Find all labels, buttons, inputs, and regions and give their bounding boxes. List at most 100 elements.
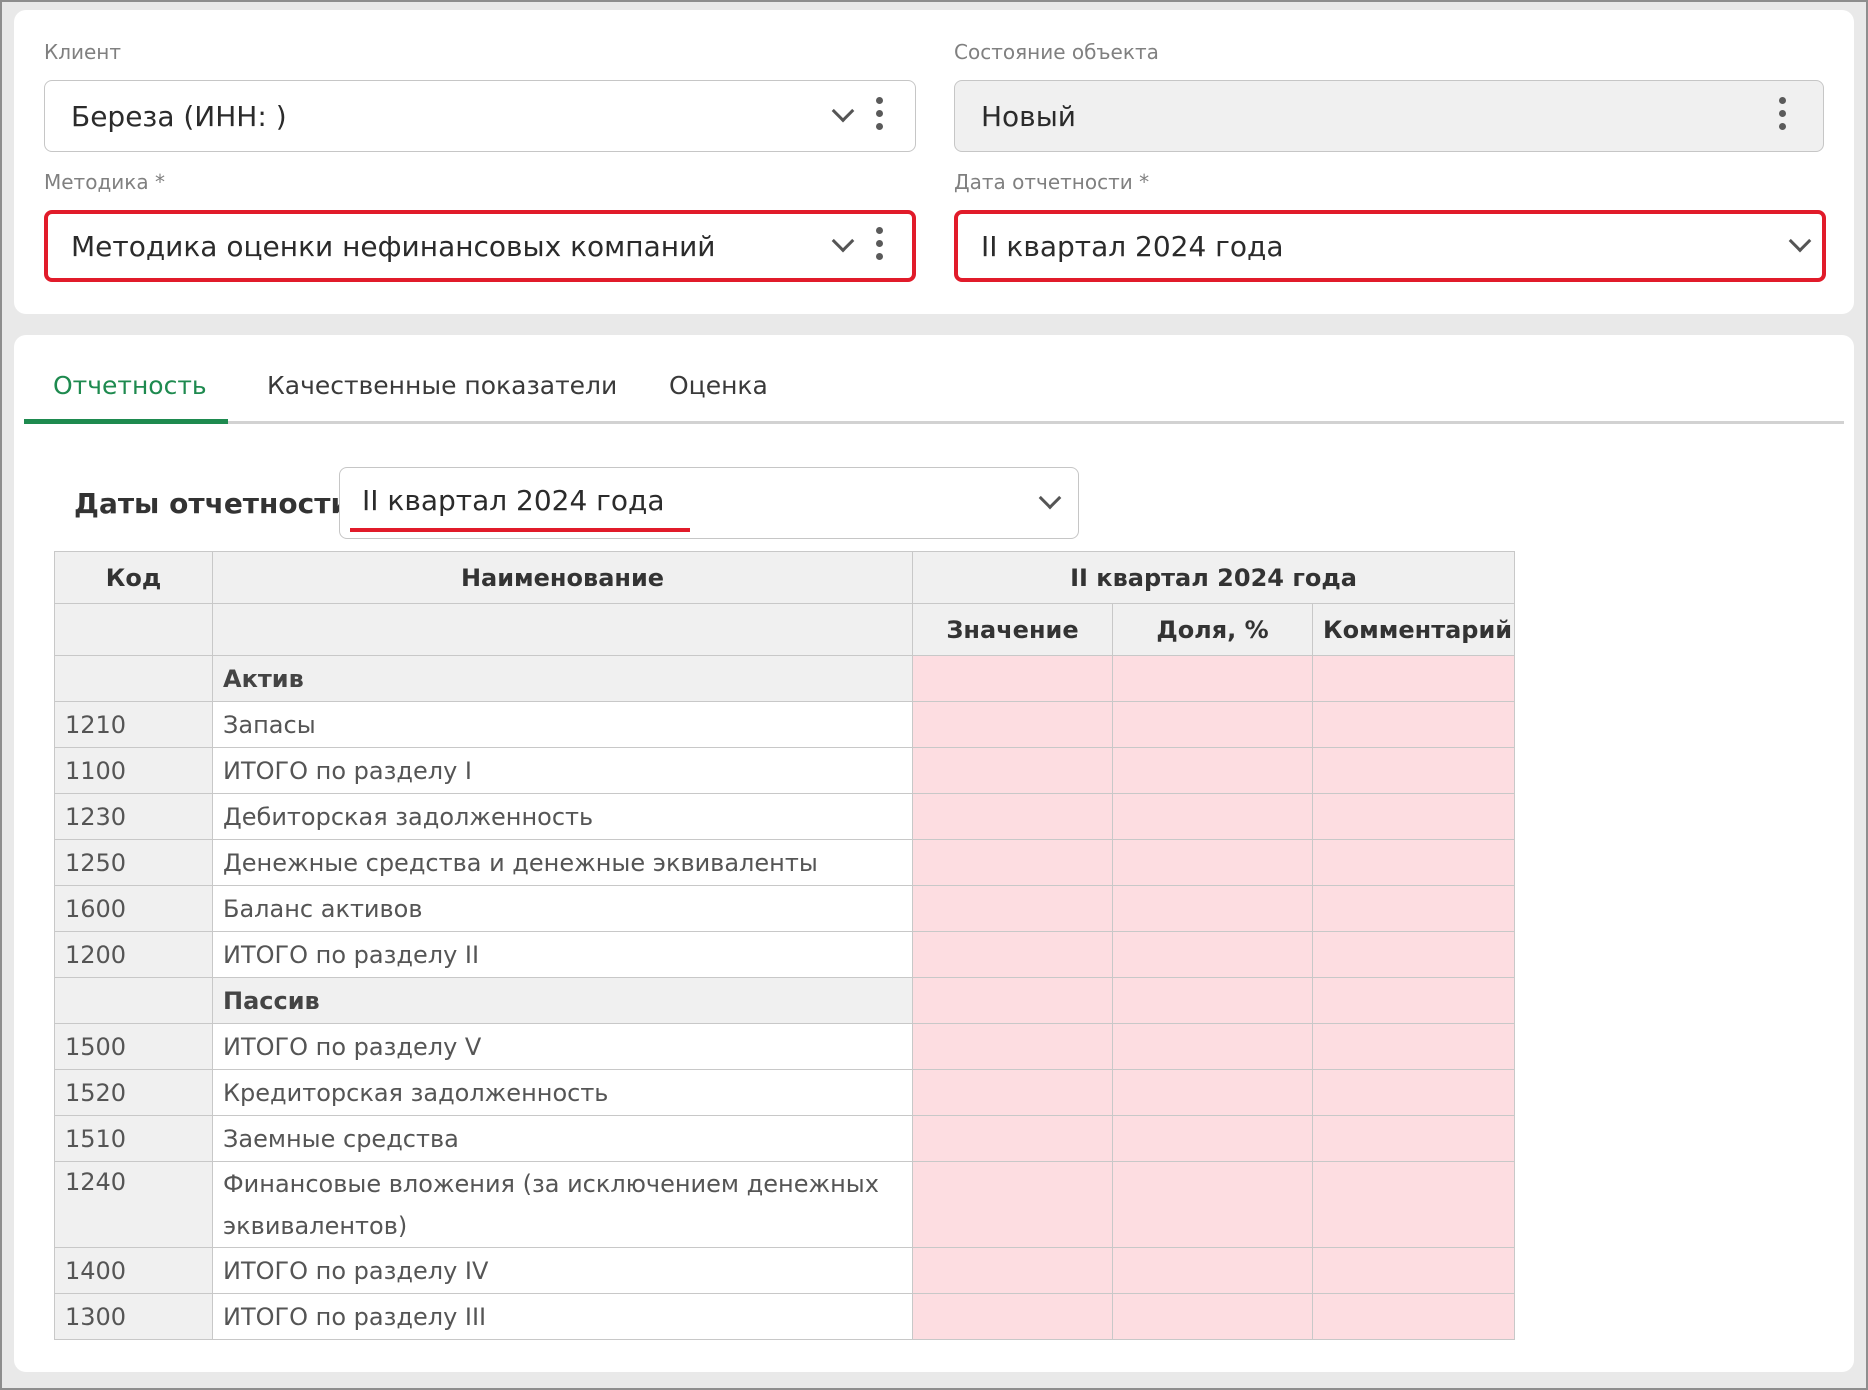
row-code: 1520 — [54, 1069, 213, 1116]
chevron-down-icon[interactable] — [831, 99, 855, 123]
client-value: Береза (ИНН: ) — [71, 99, 287, 133]
value-cell[interactable] — [912, 655, 1113, 702]
comment-cell[interactable] — [1312, 839, 1515, 886]
section-title: Пассив — [212, 977, 913, 1024]
active-tab-indicator — [24, 419, 228, 424]
comment-cell[interactable] — [1312, 701, 1515, 748]
balance-table: Код Наименование II квартал 2024 года Зн… — [54, 551, 1515, 1340]
row-name: Кредиторская задолженность — [212, 1069, 913, 1116]
value-cell[interactable] — [912, 701, 1113, 748]
row-code: 1250 — [54, 839, 213, 886]
row-code: 1200 — [54, 931, 213, 978]
share-cell[interactable] — [1112, 1115, 1313, 1162]
header-code: Код — [54, 551, 213, 604]
tab-reporting[interactable]: Отчетность — [53, 371, 207, 400]
value-cell[interactable] — [912, 1115, 1113, 1162]
share-cell[interactable] — [1112, 1247, 1313, 1294]
comment-cell[interactable] — [1312, 885, 1515, 932]
comment-cell[interactable] — [1312, 1247, 1515, 1294]
value-cell[interactable] — [912, 839, 1113, 886]
row-name: ИТОГО по разделу V — [212, 1023, 913, 1070]
share-cell[interactable] — [1112, 1293, 1313, 1340]
client-label: Клиент — [44, 40, 122, 64]
comment-cell[interactable] — [1312, 1293, 1515, 1340]
section-row: Актив — [54, 655, 1515, 702]
value-cell[interactable] — [912, 747, 1113, 794]
share-cell[interactable] — [1112, 931, 1313, 978]
value-cell[interactable] — [912, 1023, 1113, 1070]
value-cell[interactable] — [912, 931, 1113, 978]
header-name: Наименование — [212, 551, 913, 604]
comment-cell[interactable] — [1312, 1023, 1515, 1070]
tab-bar: Отчетность Качественные показатели Оценк… — [24, 335, 1844, 425]
share-cell[interactable] — [1112, 655, 1313, 702]
row-name: Заемные средства — [212, 1115, 913, 1162]
comment-cell[interactable] — [1312, 1115, 1515, 1162]
value-cell[interactable] — [912, 1293, 1113, 1340]
table-row: 1600 Баланс активов — [54, 885, 1515, 932]
tab-qualitative-indicators[interactable]: Качественные показатели — [267, 371, 617, 400]
methodology-select[interactable]: Методика оценки нефинансовых компаний — [44, 210, 916, 282]
tab-divider — [24, 421, 1844, 424]
more-vertical-icon[interactable] — [876, 97, 884, 137]
dates-select[interactable]: II квартал 2024 года — [339, 467, 1079, 539]
comment-cell[interactable] — [1312, 655, 1515, 702]
chevron-down-icon[interactable] — [831, 229, 855, 253]
row-code: 1510 — [54, 1115, 213, 1162]
comment-cell[interactable] — [1312, 931, 1515, 978]
row-name: Баланс активов — [212, 885, 913, 932]
comment-cell[interactable] — [1312, 977, 1515, 1024]
table-row: 1400 ИТОГО по разделу IV — [54, 1247, 1515, 1294]
table-row: 1500 ИТОГО по разделу V — [54, 1023, 1515, 1070]
share-cell[interactable] — [1112, 1069, 1313, 1116]
row-code: 1240 — [54, 1161, 213, 1248]
state-label: Состояние объекта — [954, 40, 1159, 64]
share-cell[interactable] — [1112, 793, 1313, 840]
table-row: 1510 Заемные средства — [54, 1115, 1515, 1162]
object-header-card: Клиент Береза (ИНН: ) Состояние объекта … — [14, 10, 1854, 314]
share-cell[interactable] — [1112, 839, 1313, 886]
row-code: 1500 — [54, 1023, 213, 1070]
report-date-value: II квартал 2024 года — [981, 229, 1284, 263]
spellcheck-underline — [350, 528, 690, 532]
header-period: II квартал 2024 года — [912, 551, 1515, 604]
share-cell[interactable] — [1112, 1023, 1313, 1070]
value-cell[interactable] — [912, 1069, 1113, 1116]
table-row: 1200 ИТОГО по разделу II — [54, 931, 1515, 978]
row-name: Запасы — [212, 701, 913, 748]
share-cell[interactable] — [1112, 747, 1313, 794]
client-select[interactable]: Береза (ИНН: ) — [44, 80, 916, 152]
table-row: 1230 Дебиторская задолженность — [54, 793, 1515, 840]
table-row: 1300 ИТОГО по разделу III — [54, 1293, 1515, 1340]
report-date-select[interactable]: II квартал 2024 года — [954, 210, 1826, 282]
more-vertical-icon[interactable] — [1779, 97, 1787, 137]
value-cell[interactable] — [912, 793, 1113, 840]
share-cell[interactable] — [1112, 885, 1313, 932]
more-vertical-icon[interactable] — [876, 227, 884, 267]
share-cell[interactable] — [1112, 701, 1313, 748]
header-name-empty — [212, 603, 913, 656]
share-cell[interactable] — [1112, 977, 1313, 1024]
header-value: Значение — [912, 603, 1113, 656]
tab-evaluation[interactable]: Оценка — [669, 371, 768, 400]
share-cell[interactable] — [1112, 1161, 1313, 1248]
row-name: Финансовые вложения (за исключением дене… — [212, 1161, 913, 1248]
chevron-down-icon[interactable] — [1788, 229, 1812, 253]
row-name: ИТОГО по разделу IV — [212, 1247, 913, 1294]
report-card: Отчетность Качественные показатели Оценк… — [14, 335, 1854, 1372]
row-code — [54, 655, 213, 702]
value-cell[interactable] — [912, 977, 1113, 1024]
row-name: ИТОГО по разделу I — [212, 747, 913, 794]
row-code: 1600 — [54, 885, 213, 932]
value-cell[interactable] — [912, 1247, 1113, 1294]
table-row: 1250 Денежные средства и денежные эквивал… — [54, 839, 1515, 886]
comment-cell[interactable] — [1312, 1161, 1515, 1248]
value-cell[interactable] — [912, 885, 1113, 932]
comment-cell[interactable] — [1312, 747, 1515, 794]
comment-cell[interactable] — [1312, 793, 1515, 840]
table-row: 1520 Кредиторская задолженность — [54, 1069, 1515, 1116]
chevron-down-icon[interactable] — [1038, 486, 1062, 510]
table-row: 1240 Финансовые вложения (за исключением … — [54, 1161, 1515, 1248]
value-cell[interactable] — [912, 1161, 1113, 1248]
comment-cell[interactable] — [1312, 1069, 1515, 1116]
